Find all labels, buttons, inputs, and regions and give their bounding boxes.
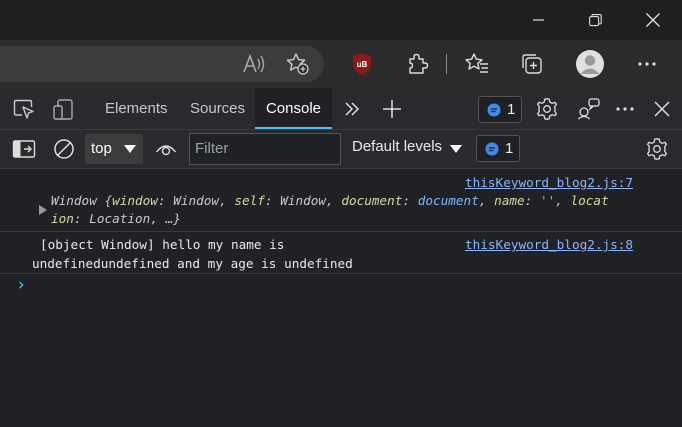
window-titlebar	[0, 0, 682, 40]
clear-icon	[54, 139, 74, 159]
toolbar-divider	[446, 54, 447, 74]
message-icon	[485, 142, 499, 155]
close-window-button[interactable]	[624, 0, 682, 40]
svg-text:uB: uB	[357, 60, 368, 69]
add-tab-button[interactable]	[378, 95, 406, 123]
add-favorite-icon	[286, 53, 309, 75]
devtools-more-button[interactable]	[611, 95, 639, 123]
add-favorite-button[interactable]	[284, 50, 312, 78]
preview-value: Window	[280, 193, 327, 208]
issues-count: 1	[507, 101, 516, 118]
show-sidebar-button[interactable]	[10, 135, 38, 163]
extensions-icon	[409, 53, 429, 74]
minimize-icon	[533, 19, 544, 21]
preview-value: Location	[89, 211, 151, 226]
ublock-icon: uB	[353, 53, 371, 75]
double-chevron-right-icon	[345, 102, 360, 116]
live-expression-button[interactable]	[152, 135, 180, 163]
preview-prop: locat	[570, 193, 609, 208]
more-tabs-button[interactable]	[338, 95, 366, 123]
restore-button[interactable]	[566, 0, 624, 40]
connected-devices-button[interactable]	[575, 95, 603, 123]
profile-icon	[576, 50, 604, 78]
message-icon	[487, 103, 501, 116]
read-aloud-button[interactable]	[240, 50, 268, 78]
log-text-line2: undefinedundefined and my age is undefin…	[32, 256, 353, 271]
sidebar-toggle-icon	[12, 140, 36, 158]
console-message: thisKeyword_blog2.js:8 [object Window] h…	[0, 232, 682, 274]
preview-value: Window	[173, 193, 220, 208]
log-levels-label: Default levels	[352, 138, 443, 155]
source-link[interactable]: thisKeyword_blog2.js:7	[465, 175, 633, 190]
expand-triangle-icon[interactable]	[39, 205, 47, 215]
close-icon	[646, 13, 660, 27]
tab-sources[interactable]: Sources	[190, 88, 245, 129]
caret-down-icon	[124, 145, 136, 153]
close-devtools-button[interactable]	[648, 95, 676, 123]
log-text-line1: [object Window] hello my name is	[40, 237, 285, 252]
restore-icon	[588, 13, 602, 26]
favorites-icon	[465, 53, 488, 73]
inspect-element-button[interactable]	[10, 95, 38, 123]
minimize-button[interactable]	[510, 0, 568, 40]
collections-button[interactable]	[518, 50, 546, 78]
browser-toolbar: uB	[0, 40, 682, 88]
device-emulation-button[interactable]	[50, 95, 78, 123]
favorites-button[interactable]	[463, 50, 491, 78]
more-icon	[638, 62, 656, 66]
console-settings-button[interactable]	[643, 135, 671, 163]
preview-prop: window	[112, 193, 158, 208]
source-link[interactable]: thisKeyword_blog2.js:8	[465, 237, 633, 252]
clear-console-button[interactable]	[50, 135, 78, 163]
log-levels-dropdown[interactable]: Default levels	[346, 130, 470, 168]
console-message: thisKeyword_blog2.js:7 Window {window: W…	[0, 169, 682, 232]
context-label: top	[91, 140, 112, 157]
console-output: thisKeyword_blog2.js:7 Window {window: W…	[0, 169, 682, 427]
tab-console[interactable]: Console	[255, 88, 332, 129]
read-aloud-icon	[243, 53, 265, 73]
devtools-tab-strip: Elements Sources Console 1	[0, 88, 682, 130]
preview-prop: ion	[51, 211, 74, 226]
gear-icon	[646, 138, 668, 160]
eye-icon	[155, 145, 177, 156]
more-icon	[616, 107, 634, 111]
tab-elements[interactable]: Elements	[105, 88, 168, 129]
console-prompt-icon: ›	[16, 275, 27, 295]
object-preview-line1[interactable]: Window {window: Window, self: Window, do…	[51, 193, 609, 208]
browser-more-button[interactable]	[633, 50, 661, 78]
preview-value: document	[417, 193, 479, 208]
ublock-extension-button[interactable]: uB	[348, 50, 376, 78]
issues-badge[interactable]: 1	[478, 96, 522, 123]
inspect-icon	[13, 99, 34, 119]
object-type: Window {	[51, 193, 113, 208]
preview-prop: document	[341, 193, 403, 208]
caret-down-icon	[450, 145, 462, 153]
console-issues-count: 1	[505, 140, 514, 157]
console-issues-badge[interactable]: 1	[476, 135, 520, 162]
preview-tail: …}	[165, 211, 181, 226]
profile-button[interactable]	[575, 49, 605, 79]
console-input[interactable]	[32, 275, 672, 299]
devices-icon	[578, 98, 600, 120]
address-bar[interactable]	[0, 46, 324, 82]
object-preview-line2[interactable]: ion: Location, …}	[51, 211, 181, 226]
console-toolbar: top Default levels 1	[0, 130, 682, 169]
collections-icon	[522, 54, 542, 74]
close-icon	[654, 101, 670, 117]
device-emulation-icon	[53, 99, 73, 120]
context-selector[interactable]: top	[85, 134, 143, 164]
gear-icon	[536, 98, 558, 120]
preview-prop: name	[494, 193, 525, 208]
plus-icon	[383, 100, 401, 118]
preview-prop: self	[234, 193, 265, 208]
filter-input[interactable]	[195, 140, 335, 157]
filter-input-container[interactable]	[189, 133, 341, 165]
extensions-button[interactable]	[403, 50, 431, 78]
preview-value: ''	[539, 193, 556, 208]
devtools-settings-button[interactable]	[533, 95, 561, 123]
